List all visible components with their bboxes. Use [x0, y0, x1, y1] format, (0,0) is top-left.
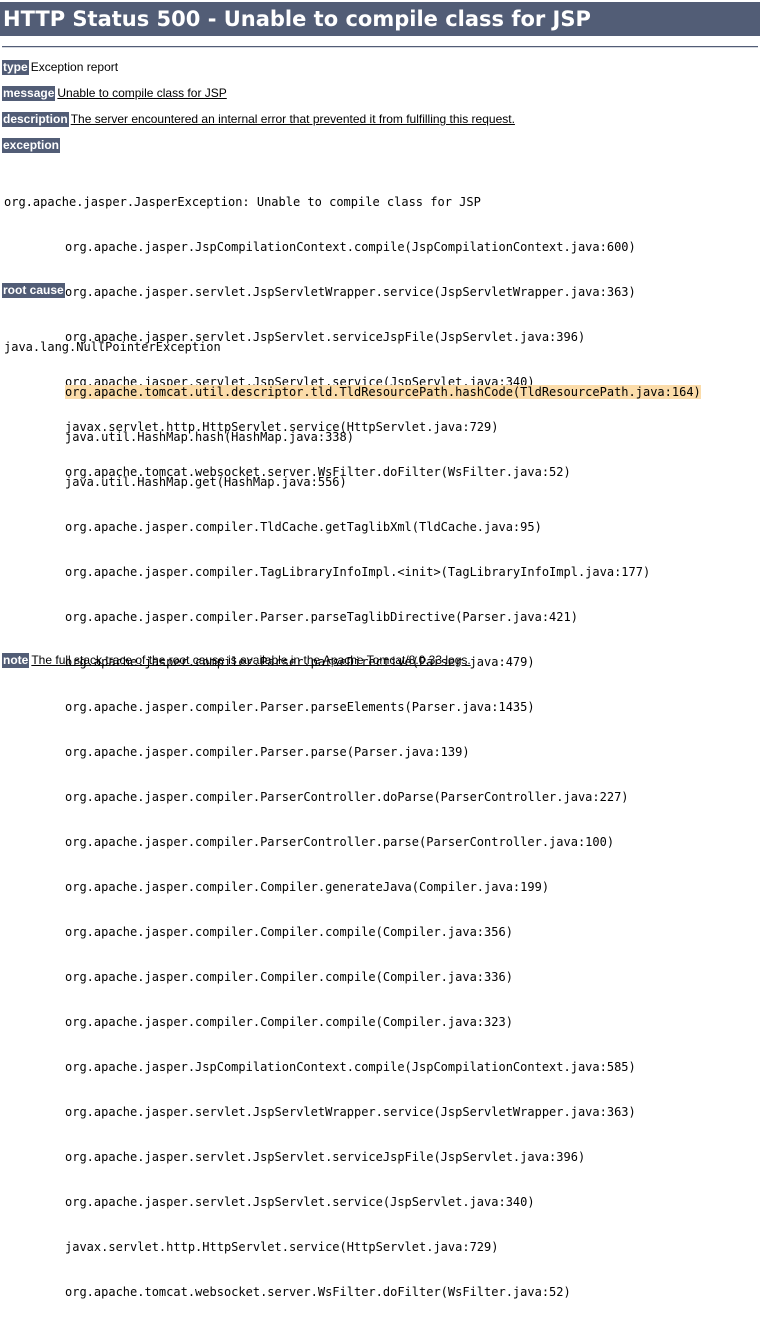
header-divider — [2, 46, 758, 48]
stack-frame: org.apache.jasper.compiler.Compiler.comp… — [65, 1015, 513, 1029]
root-cause-stack-trace: java.lang.NullPointerException org.apach… — [4, 310, 701, 1330]
stack-frame: org.apache.tomcat.websocket.server.WsFil… — [65, 1285, 571, 1299]
description-row: description The server encountered an int… — [2, 112, 515, 127]
exception-row: exception — [2, 138, 62, 153]
exception-label: exception — [2, 138, 61, 153]
message-label: message — [2, 86, 56, 101]
stack-frame: org.apache.jasper.JspCompilationContext.… — [65, 1060, 636, 1074]
description-value: The server encountered an internal error… — [70, 112, 515, 126]
stack-frame: org.apache.jasper.compiler.Parser.parseE… — [65, 700, 535, 714]
stack-frame: org.apache.jasper.compiler.Compiler.comp… — [65, 925, 513, 939]
stack-frame: org.apache.jasper.compiler.ParserControl… — [65, 790, 629, 804]
stack-frame: org.apache.jasper.compiler.Compiler.gene… — [65, 880, 550, 894]
stack-frame: org.apache.jasper.compiler.TagLibraryInf… — [65, 565, 651, 579]
root-cause-row: root cause — [2, 283, 67, 298]
stack-frame: org.apache.jasper.compiler.Parser.parse(… — [65, 745, 470, 759]
stack-frame: java.util.HashMap.get(HashMap.java:556) — [65, 475, 347, 489]
root-cause-label: root cause — [2, 283, 65, 298]
stack-frame: org.apache.jasper.servlet.JspServletWrap… — [65, 285, 636, 299]
highlighted-stack-frame: org.apache.tomcat.util.descriptor.tld.Tl… — [4, 385, 701, 400]
message-value: Unable to compile class for JSP — [57, 86, 227, 100]
highlighted-frame-text: org.apache.tomcat.util.descriptor.tld.Tl… — [65, 385, 701, 399]
stack-frame: org.apache.jasper.servlet.JspServlet.ser… — [65, 1195, 535, 1209]
type-value: Exception report — [30, 60, 119, 74]
page-title: HTTP Status 500 - Unable to compile clas… — [0, 2, 760, 36]
stack-frame: org.apache.jasper.servlet.JspServletWrap… — [65, 1105, 636, 1119]
note-value: The full stack trace of the root cause i… — [31, 653, 471, 667]
stack-frame: org.apache.jasper.compiler.Parser.parseT… — [65, 610, 578, 624]
stack-frame: org.apache.jasper.servlet.JspServlet.ser… — [65, 1150, 586, 1164]
error-page: HTTP Status 500 - Unable to compile clas… — [0, 0, 760, 1299]
description-label: description — [2, 112, 69, 127]
note-label: note — [2, 653, 30, 668]
root-cause-head: java.lang.NullPointerException — [4, 340, 221, 354]
stack-frame: javax.servlet.http.HttpServlet.service(H… — [65, 1240, 499, 1254]
type-label: type — [2, 60, 29, 75]
stack-frame: org.apache.jasper.compiler.Compiler.comp… — [65, 970, 513, 984]
note-row: note The full stack trace of the root cau… — [2, 653, 471, 668]
message-row: message Unable to compile class for JSP — [2, 86, 227, 101]
stack-frame: org.apache.jasper.JspCompilationContext.… — [65, 240, 636, 254]
stack-frame: org.apache.jasper.compiler.ParserControl… — [65, 835, 615, 849]
exception-head: org.apache.jasper.JasperException: Unabl… — [4, 195, 481, 209]
type-row: type Exception report — [2, 60, 118, 75]
stack-frame: org.apache.jasper.compiler.TldCache.getT… — [65, 520, 542, 534]
stack-frame: java.util.HashMap.hash(HashMap.java:338) — [65, 430, 354, 444]
